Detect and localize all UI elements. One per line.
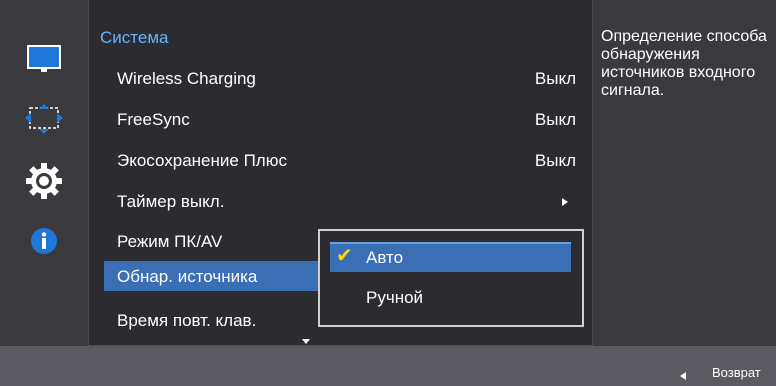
menu-item-label: Режим ПК/AV bbox=[117, 232, 223, 251]
submenu-option-auto[interactable]: ✔ Авто bbox=[330, 242, 571, 272]
onscreen-display-icon[interactable] bbox=[0, 98, 88, 140]
picture-icon[interactable] bbox=[0, 38, 88, 80]
menu-item-value: Выкл bbox=[534, 110, 576, 129]
menu-item-label: FreeSync bbox=[117, 110, 190, 129]
menu-item-label: Wireless Charging bbox=[117, 69, 256, 88]
submenu-option-label: Авто bbox=[366, 248, 404, 267]
settings-gear-icon[interactable] bbox=[0, 160, 88, 202]
source-detection-submenu: ✔ Авто Ручной bbox=[318, 229, 584, 327]
category-sidebar bbox=[0, 0, 88, 346]
menu-item-off-timer[interactable]: Таймер выкл. bbox=[104, 186, 578, 216]
menu-item-label: Обнар. источника bbox=[117, 267, 258, 286]
submenu-option-label: Ручной bbox=[366, 288, 424, 307]
submenu-option-manual[interactable]: Ручной bbox=[330, 282, 571, 312]
menu-item-label: Экосохранение Плюс bbox=[117, 151, 287, 170]
menu-item-source-detection[interactable]: Обнар. источника bbox=[104, 261, 318, 291]
osd-screen: Система Wireless Charging Выкл FreeSync … bbox=[0, 0, 776, 386]
back-label[interactable]: Возврат bbox=[712, 365, 761, 380]
menu-title: Система bbox=[100, 28, 169, 47]
menu-item-eco-saving-plus[interactable]: Экосохранение Плюс Выкл bbox=[104, 145, 578, 175]
menu-item-value: Выкл bbox=[534, 151, 576, 170]
information-icon[interactable] bbox=[0, 220, 88, 262]
menu-item-wireless-charging[interactable]: Wireless Charging Выкл bbox=[104, 63, 578, 93]
option-description: Определение способа обнаружения источник… bbox=[601, 28, 767, 99]
info-panel: Определение способа обнаружения источник… bbox=[593, 0, 776, 346]
back-arrow-icon[interactable] bbox=[680, 372, 686, 380]
check-mark-icon: ✔ bbox=[336, 245, 353, 267]
menu-item-value: Выкл bbox=[534, 69, 576, 88]
menu-item-freesync[interactable]: FreeSync Выкл bbox=[104, 104, 578, 134]
menu-item-label: Время повт. клав. bbox=[117, 311, 257, 330]
submenu-arrow-icon bbox=[562, 198, 568, 206]
menu-item-label: Таймер выкл. bbox=[117, 192, 225, 211]
scroll-down-icon[interactable] bbox=[302, 339, 310, 344]
footer-bar bbox=[0, 346, 776, 386]
